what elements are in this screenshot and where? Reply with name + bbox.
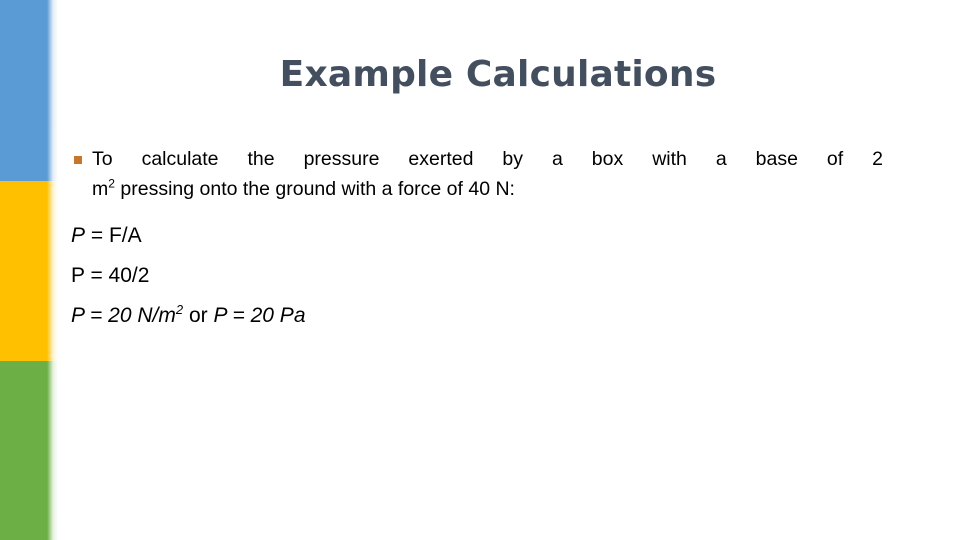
bullet-line-2: m2 pressing onto the ground with a force… <box>92 176 515 200</box>
equation-3-lhs: P = 20 N/m <box>71 304 176 327</box>
bullet-unit-text: m <box>92 178 109 200</box>
slide-canvas: Example Calculations To calculate the pr… <box>0 0 960 540</box>
green-bar <box>0 361 58 540</box>
slide-title: Example Calculations <box>279 54 717 95</box>
equation-1-rest: = F/A <box>85 224 142 247</box>
left-color-bars <box>0 0 58 540</box>
equation-2-text: P = 40/2 <box>71 264 150 287</box>
equation-3-rhs: P = 20 Pa <box>213 304 306 327</box>
blue-bar <box>0 0 58 181</box>
bullet-line-1-text: To calculate the pressure exerted by a b… <box>92 148 883 170</box>
green-bar-fill <box>0 361 47 540</box>
blue-bar-fill <box>0 0 47 181</box>
equation-1-symbol: P <box>71 224 86 247</box>
equation-p-equals-40-over-2: P = 40/2 <box>71 256 883 296</box>
green-bar-fade <box>47 361 58 540</box>
yellow-bar-fill <box>0 181 47 361</box>
bullet-paragraph: To calculate the pressure exerted by a b… <box>71 144 883 204</box>
bullet-line-2-text: pressing onto the ground with a force of… <box>114 178 515 200</box>
bullet-square-icon <box>74 156 82 164</box>
yellow-bar <box>0 181 58 361</box>
blue-bar-fade <box>47 0 58 181</box>
yellow-bar-fade <box>47 181 58 361</box>
bullet-unit-exponent: 2 <box>108 176 115 191</box>
equation-3-conjunction: or <box>183 304 214 327</box>
slide-body: To calculate the pressure exerted by a b… <box>71 144 883 336</box>
equation-p-equals-20-pa: P = 20 N/m2 or P = 20 Pa <box>71 296 883 336</box>
equation-p-equals-f-over-a: P = F/A <box>71 216 883 256</box>
